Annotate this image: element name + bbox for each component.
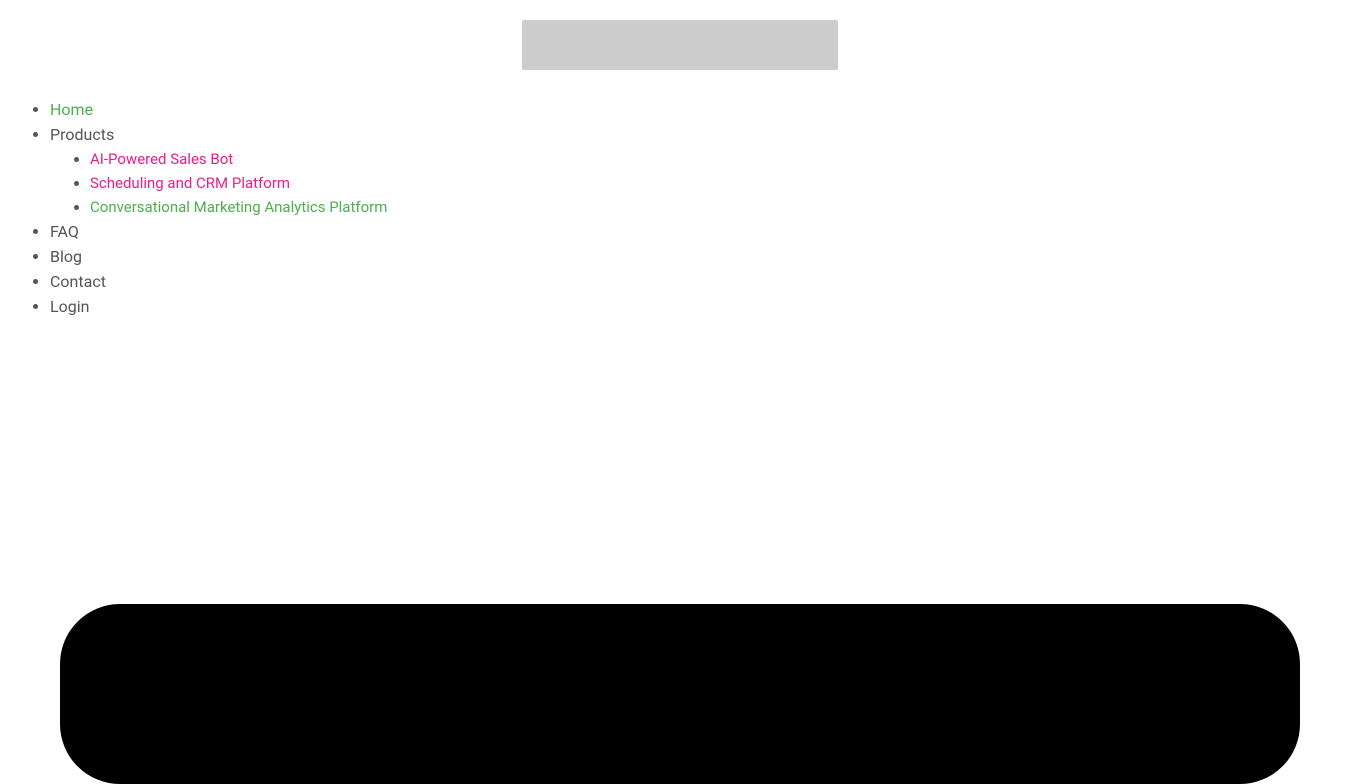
header (0, 0, 1360, 80)
nav-item-products: Products AI-Powered Sales Bot Scheduling… (50, 125, 1360, 216)
submenu-link-scheduling[interactable]: Scheduling and CRM Platform (90, 174, 290, 192)
bottom-decoration (60, 604, 1300, 784)
submenu-item-conversational: Conversational Marketing Analytics Platf… (90, 198, 1360, 216)
nav-item-faq: FAQ (50, 222, 1360, 241)
submenu-item-scheduling: Scheduling and CRM Platform (90, 174, 1360, 192)
nav-item-login: Login (50, 297, 1360, 316)
nav-list: Home Products AI-Powered Sales Bot Sched… (30, 100, 1360, 316)
nav-link-contact[interactable]: Contact (50, 272, 106, 291)
nav-link-blog[interactable]: Blog (50, 247, 82, 266)
logo[interactable] (522, 20, 838, 70)
nav-link-home[interactable]: Home (50, 100, 93, 119)
submenu-item-ai-bot: AI-Powered Sales Bot (90, 150, 1360, 168)
submenu-link-ai-bot[interactable]: AI-Powered Sales Bot (90, 150, 233, 168)
nav-item-home: Home (50, 100, 1360, 119)
main-navigation: Home Products AI-Powered Sales Bot Sched… (0, 80, 1360, 332)
nav-item-blog: Blog (50, 247, 1360, 266)
nav-link-login[interactable]: Login (50, 297, 89, 316)
submenu-link-conversational[interactable]: Conversational Marketing Analytics Platf… (90, 198, 387, 216)
nav-link-products[interactable]: Products (50, 125, 114, 144)
products-submenu: AI-Powered Sales Bot Scheduling and CRM … (50, 150, 1360, 216)
nav-item-contact: Contact (50, 272, 1360, 291)
nav-link-faq[interactable]: FAQ (50, 222, 79, 241)
